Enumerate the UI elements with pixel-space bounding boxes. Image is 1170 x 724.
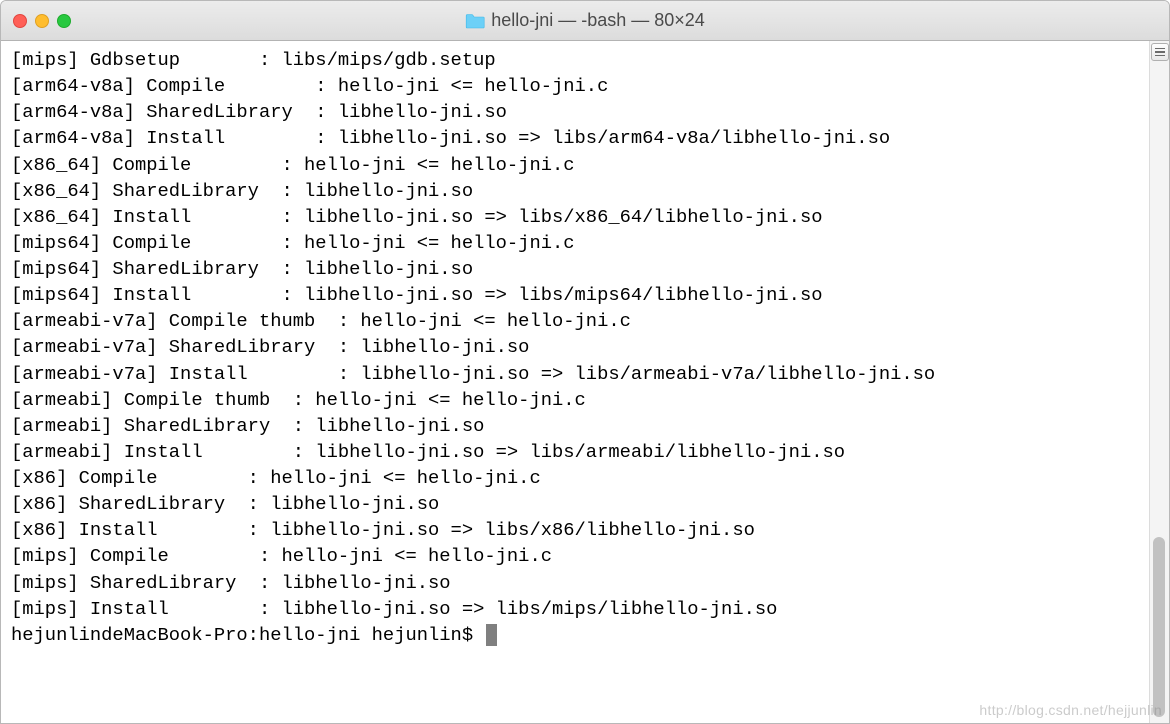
maximize-button[interactable] (57, 14, 71, 28)
scrollbar-thumb[interactable] (1153, 537, 1165, 717)
cursor (486, 624, 497, 646)
window-title: hello-jni — -bash — 80×24 (465, 10, 705, 31)
terminal-lines: [mips] Gdbsetup : libs/mips/gdb.setup [a… (11, 49, 935, 620)
window-title-text: hello-jni — -bash — 80×24 (491, 10, 705, 31)
traffic-lights (13, 14, 71, 28)
shell-prompt: hejunlindeMacBook-Pro:hello-jni hejunlin… (11, 624, 484, 646)
minimize-button[interactable] (35, 14, 49, 28)
window-titlebar[interactable]: hello-jni — -bash — 80×24 (1, 1, 1169, 41)
window-body: [mips] Gdbsetup : libs/mips/gdb.setup [a… (1, 41, 1169, 723)
terminal-output[interactable]: [mips] Gdbsetup : libs/mips/gdb.setup [a… (1, 41, 1149, 723)
hamburger-icon[interactable] (1151, 43, 1169, 61)
scrollbar-area (1149, 41, 1169, 723)
close-button[interactable] (13, 14, 27, 28)
terminal-window: hello-jni — -bash — 80×24 [mips] Gdbsetu… (0, 0, 1170, 724)
folder-icon (465, 13, 485, 29)
